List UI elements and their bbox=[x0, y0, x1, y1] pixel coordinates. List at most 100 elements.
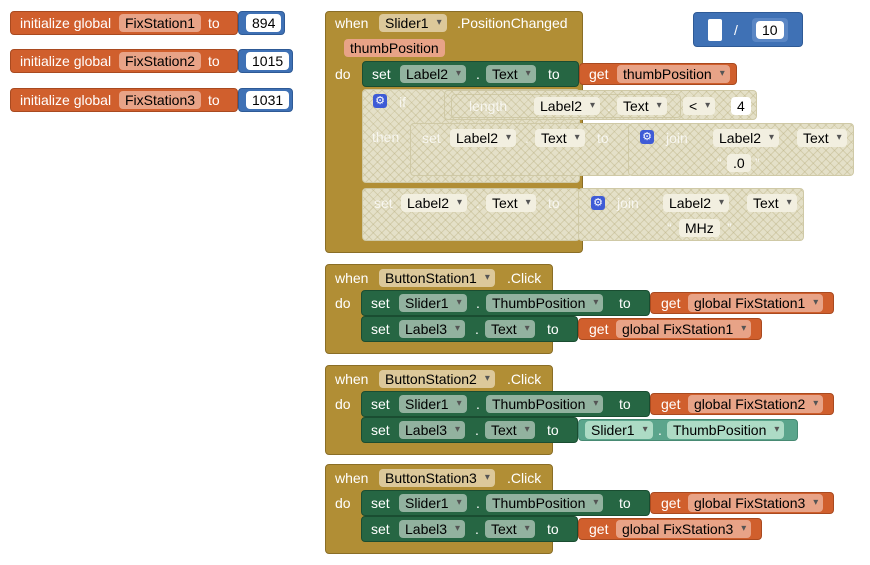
variable-dropdown[interactable]: global FixStation1 bbox=[688, 294, 824, 312]
math-divide-block[interactable]: / 10 bbox=[693, 12, 803, 47]
join-mhz-block[interactable]: ⚙ join Label2 Text “ MHz ” bbox=[578, 188, 804, 241]
global-init-keyword: initialize global bbox=[20, 53, 112, 69]
get-global-block[interactable]: get global FixStation3 bbox=[650, 492, 834, 514]
event-name: .PositionChanged bbox=[457, 15, 568, 31]
component-dropdown[interactable]: Label3 bbox=[399, 520, 466, 538]
component-dropdown[interactable]: Label2 bbox=[534, 97, 601, 115]
if-label: if bbox=[399, 94, 406, 110]
component-dropdown[interactable]: Label3 bbox=[399, 320, 466, 338]
component-dropdown[interactable]: ButtonStation1 bbox=[379, 269, 495, 287]
variable-dropdown[interactable]: global FixStation3 bbox=[616, 520, 752, 538]
quote-open-icon: “ bbox=[717, 155, 722, 171]
component-dropdown[interactable]: Label3 bbox=[399, 421, 466, 439]
text-field[interactable]: .0 bbox=[727, 154, 751, 172]
dot-separator: . bbox=[475, 521, 479, 537]
get-global-block[interactable]: get global FixStation2 bbox=[650, 393, 834, 415]
component-dropdown[interactable]: Label2 bbox=[663, 194, 730, 212]
comparison-operator-dropdown[interactable]: < bbox=[683, 97, 716, 115]
component-property-getter-block[interactable]: Slider1 . ThumbPosition bbox=[578, 419, 798, 441]
component-dropdown[interactable]: ButtonStation2 bbox=[379, 370, 495, 388]
component-dropdown[interactable]: Slider1 bbox=[399, 294, 467, 312]
set-label3-text-block[interactable]: set Label3 . Text to bbox=[361, 316, 578, 342]
global-init-block-1[interactable]: initialize global FixStation1 to bbox=[10, 11, 238, 35]
property-dropdown[interactable]: Text bbox=[797, 129, 847, 147]
global-init-block-3[interactable]: initialize global FixStation3 to bbox=[10, 88, 238, 112]
dot-separator: . bbox=[476, 66, 480, 82]
component-dropdown[interactable]: Label2 bbox=[400, 65, 467, 83]
gear-icon[interactable]: ⚙ bbox=[640, 130, 654, 144]
set-label2-text-mhz-block[interactable]: set Label2 . Text to bbox=[362, 188, 580, 241]
property-dropdown[interactable]: Text bbox=[747, 194, 797, 212]
set-slider1-thumbposition-block[interactable]: set Slider1 . ThumbPosition to bbox=[361, 391, 650, 417]
component-dropdown[interactable]: Slider1 bbox=[399, 494, 467, 512]
component-dropdown[interactable]: Label2 bbox=[713, 129, 780, 147]
do-label: do bbox=[335, 495, 351, 511]
variable-dropdown[interactable]: global FixStation1 bbox=[616, 320, 752, 338]
set-slider1-thumbposition-block[interactable]: set Slider1 . ThumbPosition to bbox=[361, 290, 650, 316]
get-global-block[interactable]: get global FixStation1 bbox=[578, 318, 762, 340]
compare-block[interactable]: length Label2 . Text < 4 bbox=[444, 90, 757, 120]
to-label: to bbox=[208, 53, 220, 69]
set-label2-text-block[interactable]: set Label2 . Text to bbox=[362, 61, 579, 87]
component-dropdown[interactable]: Label2 bbox=[401, 194, 468, 212]
event-name: .Click bbox=[507, 470, 542, 486]
property-dropdown[interactable]: ThumbPosition bbox=[667, 421, 785, 439]
set-slider1-thumbposition-block[interactable]: set Slider1 . ThumbPosition to bbox=[361, 490, 650, 516]
property-dropdown[interactable]: Text bbox=[617, 97, 667, 115]
text-field[interactable]: MHz bbox=[679, 219, 720, 237]
global-init-block-2[interactable]: initialize global FixStation2 to bbox=[10, 49, 238, 73]
component-dropdown[interactable]: ButtonStation3 bbox=[379, 469, 495, 487]
number-field[interactable]: 894 bbox=[246, 14, 282, 32]
dot-separator: . bbox=[476, 396, 480, 412]
gear-icon[interactable]: ⚙ bbox=[373, 94, 387, 108]
set-label: set bbox=[422, 130, 441, 146]
number-block-2[interactable]: 1015 bbox=[238, 49, 293, 73]
set-label: set bbox=[371, 422, 390, 438]
property-dropdown[interactable]: ThumbPosition bbox=[486, 494, 604, 512]
number-field[interactable]: 4 bbox=[731, 97, 751, 115]
to-label: to bbox=[208, 92, 220, 108]
number-block-1[interactable]: 894 bbox=[238, 11, 285, 35]
variable-dropdown[interactable]: thumbPosition bbox=[617, 65, 730, 83]
component-dropdown[interactable]: Label2 bbox=[450, 129, 517, 147]
number-field[interactable]: 1015 bbox=[246, 52, 290, 70]
number-block-3[interactable]: 1031 bbox=[238, 88, 293, 112]
then-label: then bbox=[372, 129, 400, 145]
property-dropdown[interactable]: Text bbox=[485, 520, 535, 538]
set-label: set bbox=[374, 195, 393, 211]
component-dropdown[interactable]: Slider1 bbox=[399, 395, 467, 413]
component-dropdown[interactable]: Slider1 bbox=[379, 14, 447, 32]
number-field[interactable]: 10 bbox=[756, 21, 784, 39]
to-label: to bbox=[619, 295, 631, 311]
empty-input-socket[interactable] bbox=[708, 19, 722, 41]
dot-separator: . bbox=[476, 495, 480, 511]
gear-icon[interactable]: ⚙ bbox=[591, 196, 605, 210]
get-label: get bbox=[661, 495, 681, 511]
global-variable-name-field[interactable]: FixStation1 bbox=[119, 14, 202, 32]
global-variable-name-field[interactable]: FixStation3 bbox=[119, 91, 202, 109]
set-label: set bbox=[371, 321, 390, 337]
set-label2-text-block-inner[interactable]: set Label2 . Text to bbox=[410, 123, 632, 176]
property-dropdown[interactable]: ThumbPosition bbox=[486, 294, 604, 312]
variable-dropdown[interactable]: global FixStation3 bbox=[688, 494, 824, 512]
length-label: length bbox=[469, 98, 508, 114]
property-dropdown[interactable]: Text bbox=[485, 421, 535, 439]
get-variable-block[interactable]: get thumbPosition bbox=[579, 63, 737, 85]
get-global-block[interactable]: get global FixStation1 bbox=[650, 292, 834, 314]
component-dropdown[interactable]: Slider1 bbox=[585, 421, 653, 439]
property-dropdown[interactable]: Text bbox=[486, 65, 536, 83]
number-field[interactable]: 1031 bbox=[246, 91, 290, 109]
set-label3-text-block[interactable]: set Label3 . Text to bbox=[361, 516, 578, 542]
property-dropdown[interactable]: Text bbox=[535, 129, 585, 147]
get-label: get bbox=[661, 396, 681, 412]
get-global-block[interactable]: get global FixStation3 bbox=[578, 518, 762, 540]
set-label3-text-block[interactable]: set Label3 . Text to bbox=[361, 417, 578, 443]
variable-dropdown[interactable]: global FixStation2 bbox=[688, 395, 824, 413]
to-label: to bbox=[619, 495, 631, 511]
join-block[interactable]: ⚙ join Label2 Text “ .0 ” bbox=[628, 123, 854, 176]
event-parameter[interactable]: thumbPosition bbox=[344, 39, 445, 57]
property-dropdown[interactable]: Text bbox=[486, 194, 536, 212]
global-variable-name-field[interactable]: FixStation2 bbox=[119, 52, 202, 70]
property-dropdown[interactable]: Text bbox=[485, 320, 535, 338]
property-dropdown[interactable]: ThumbPosition bbox=[486, 395, 604, 413]
